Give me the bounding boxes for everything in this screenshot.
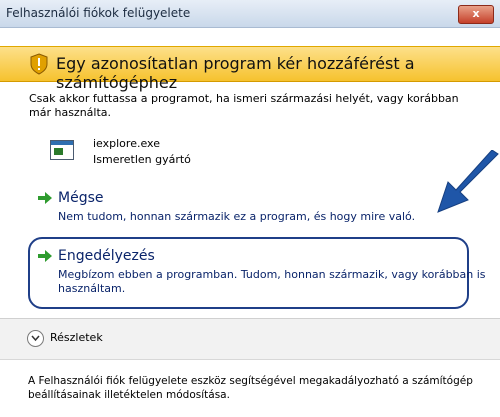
details-label[interactable]: Részletek — [50, 331, 103, 344]
green-arrow-icon — [38, 250, 52, 262]
warning-banner: Egy azonosítatlan program kér hozzáférés… — [0, 46, 500, 92]
chevron-down-icon — [31, 335, 40, 342]
divider — [0, 359, 500, 360]
program-publisher: Ismeretlen gyártó — [93, 153, 191, 166]
close-icon: x — [472, 7, 480, 20]
title-bar: Felhasználói fiókok felügyelete x — [0, 0, 500, 28]
allow-description: Megbízom ebben a programban. Tudom, honn… — [58, 268, 486, 295]
allow-title: Engedélyezés — [58, 248, 155, 264]
close-button[interactable]: x — [458, 5, 494, 24]
details-toggle-button[interactable] — [27, 330, 44, 347]
pointer-arrow-icon — [437, 150, 499, 213]
details-bar: Részletek — [0, 319, 500, 359]
intro-text: Csak akkor futtassa a programot, ha isme… — [29, 92, 459, 119]
green-arrow-icon — [38, 192, 52, 204]
program-icon — [50, 140, 74, 160]
program-name: iexplore.exe — [93, 137, 160, 150]
footer-text: A Felhasználói fiók felügyelete eszköz s… — [28, 375, 473, 401]
banner-message: Egy azonosítatlan program kér hozzáférés… — [56, 54, 415, 92]
shield-warning-icon — [30, 53, 48, 75]
window-title: Felhasználói fiókok felügyelete — [6, 6, 191, 20]
cancel-title: Mégse — [58, 190, 104, 206]
cancel-description: Nem tudom, honnan származik ez a program… — [58, 210, 416, 223]
